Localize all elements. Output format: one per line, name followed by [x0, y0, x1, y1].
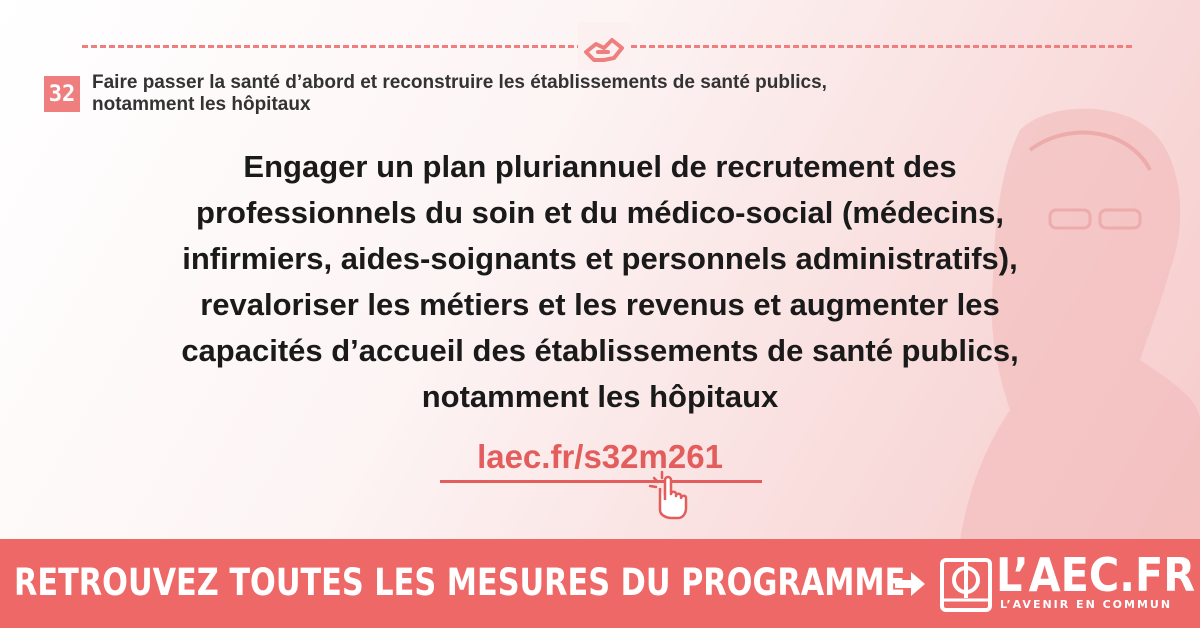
measure-line: infirmiers, aides-soignants et personnel…: [182, 241, 1018, 276]
measure-line: revaloriser les métiers et les revenus e…: [200, 287, 1000, 322]
measure-line: capacités d’accueil des établissements d…: [181, 333, 1019, 368]
measure-description: Engager un plan pluriannuel de recruteme…: [60, 144, 1140, 420]
measure-link[interactable]: laec.fr/s32m261: [0, 438, 1200, 476]
site-logo-wordmark[interactable]: L’AEC.FR: [996, 548, 1195, 602]
pointer-click-icon: [648, 470, 688, 520]
subtitle-line: notamment les hôpitaux: [92, 94, 311, 115]
handshake-icon: [578, 22, 630, 70]
measure-line: notamment les hôpitaux: [421, 379, 779, 414]
subtitle-line: Faire passer la santé d’abord et reconst…: [92, 72, 827, 93]
phi-book-logo-icon: [940, 558, 992, 612]
poster-canvas: 32 Faire passer la santé d’abord et reco…: [0, 0, 1200, 628]
arrow-right-icon: [895, 572, 925, 596]
logo-tagline: L’AVENIR EN COMMUN: [1000, 598, 1173, 611]
link-underline: [440, 480, 762, 483]
section-subtitle: Faire passer la santé d’abord et reconst…: [92, 72, 1052, 116]
measure-line: professionnels du soin et du médico-soci…: [196, 195, 1004, 230]
measure-number-badge: 32: [44, 76, 80, 112]
measure-line: Engager un plan pluriannuel de recruteme…: [243, 149, 957, 184]
footer-call-to-action[interactable]: RETROUVEZ TOUTES LES MESURES DU PROGRAMM…: [14, 557, 905, 609]
